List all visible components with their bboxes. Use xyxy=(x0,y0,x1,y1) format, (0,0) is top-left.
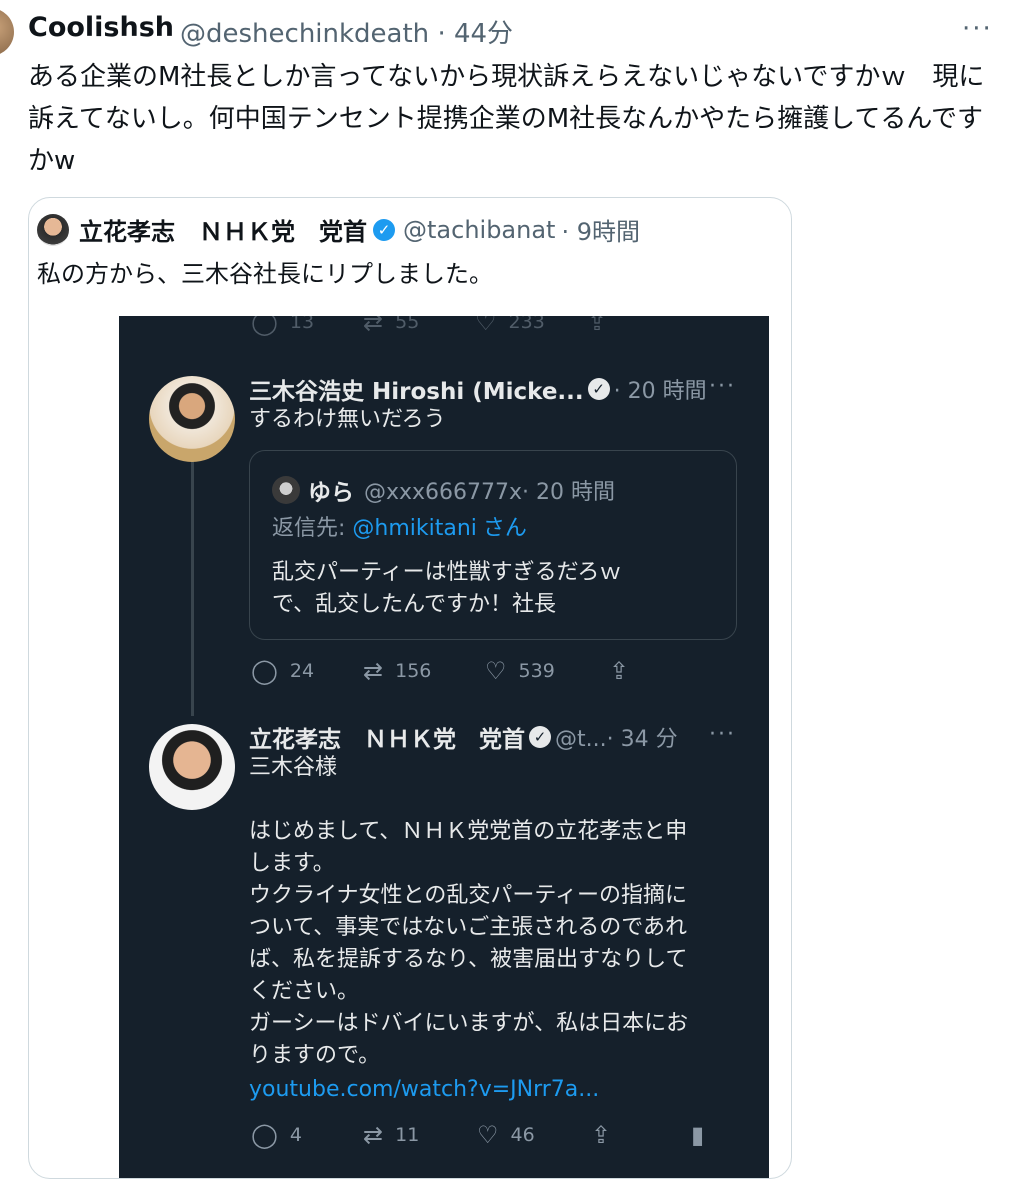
reply1-time: · 20 時間 xyxy=(613,379,707,404)
reply-action: ◯ 13 xyxy=(251,316,363,336)
quote-author-name: 立花孝志 ＮＨＫ党 党首 xyxy=(79,218,367,246)
reply2-line: します。 xyxy=(249,851,335,876)
like-action: ♡ 233 xyxy=(475,316,587,336)
retweet-count: 156 xyxy=(395,660,432,682)
reply-icon: ◯ xyxy=(251,657,278,685)
timestamp[interactable]: · 44分 xyxy=(437,19,513,49)
share-icon: ⇪ xyxy=(609,657,630,685)
reply2-header: 立花孝志 ＮＨＫ党 党首 ✓ @t...· 34 分 xyxy=(249,720,678,754)
embedded-screenshot: ◯ 13 ⇄ 55 ♡ 233 ⇪ 三木谷浩史 Hiroshi (Micke... ✓… xyxy=(119,316,769,1178)
analytics-action: ▮ xyxy=(691,1121,716,1149)
inner-quote-handle-time: @xxx666777x· 20 時間 xyxy=(364,480,616,505)
share-action: ⇪ xyxy=(587,316,699,336)
reply-to-handle: @hmikitani xyxy=(352,516,477,541)
inner-quote-name: ゆら xyxy=(308,480,354,506)
reply2-line: ウクライナ女性との乱交パーティーの指摘に xyxy=(249,883,688,908)
author-handle: @deshechinkdeath · 44分 xyxy=(180,13,513,50)
share-icon: ⇪ xyxy=(591,1121,612,1149)
youtube-link: youtube.com/watch?v=JNrr7a... xyxy=(249,1077,600,1102)
like-count: 46 xyxy=(510,1124,535,1146)
retweet-icon: ⇄ xyxy=(363,657,384,685)
heart-icon: ♡ xyxy=(475,316,497,336)
reply-to-line: 返信先: @hmikitani さん xyxy=(272,513,527,545)
like-count: 539 xyxy=(518,660,555,682)
quote-timestamp: · 9時間 xyxy=(561,218,640,246)
reply1-header: 三木谷浩史 Hiroshi (Micke... ✓ · 20 時間 xyxy=(249,372,707,406)
verified-badge-icon: ✓ xyxy=(373,218,395,241)
reply-count: 24 xyxy=(289,660,315,682)
author-name[interactable]: Coolishsh xyxy=(28,12,174,43)
like-action: ♡ 46 xyxy=(477,1121,591,1149)
quote-avatar xyxy=(37,213,69,246)
quote-header: 立花孝志 ＮＨＫ党 党首 ✓ @tachibanat · 9時間 xyxy=(37,212,640,247)
reply2-line: りますので。 xyxy=(249,1043,381,1068)
retweet-icon: ⇄ xyxy=(363,1121,384,1149)
heart-icon: ♡ xyxy=(477,1121,499,1149)
reply-count: 13 xyxy=(289,316,315,333)
like-action: ♡ 539 xyxy=(485,657,609,685)
reply-icon: ◯ xyxy=(251,316,278,336)
reply2-name: 立花孝志 ＮＨＫ党 党首 xyxy=(249,727,525,753)
reply1-avatar xyxy=(149,376,235,462)
avatar[interactable] xyxy=(0,8,14,56)
retweet-action: ⇄ 55 xyxy=(363,316,475,336)
quote-body: 私の方から、三木谷社長にリプしました。 xyxy=(37,260,493,288)
quote-handle: @tachibanat xyxy=(403,215,556,244)
verified-badge-icon: ✓ xyxy=(587,378,610,400)
reply2-greeting: 三木谷様 xyxy=(249,755,338,780)
reply2-line: ば、私を提訴するなり、被害届出すなりして xyxy=(249,947,688,972)
handle-text[interactable]: @deshechinkdeath xyxy=(180,19,429,49)
thread-connector xyxy=(191,456,194,716)
retweet-count: 55 xyxy=(395,316,420,333)
inner-quote-header: ゆら @xxx666777x· 20 時間 xyxy=(272,473,615,507)
reply1-name: 三木谷浩史 Hiroshi (Micke... xyxy=(249,379,584,405)
reply-to-suffix: さん xyxy=(482,516,527,541)
reply-icon: ◯ xyxy=(251,1121,278,1149)
more-options-icon: ··· xyxy=(709,722,736,747)
retweet-action: ⇄ 11 xyxy=(363,1121,477,1149)
share-icon: ⇪ xyxy=(587,316,608,336)
reply2-line: はじめまして、ＮＨＫ党党首の立花孝志と申 xyxy=(249,819,688,844)
reply-action: ◯ 24 xyxy=(251,657,363,685)
reply2-line: ください。 xyxy=(249,979,360,1004)
reply2-line: ついて、事実ではないご主張されるのであれ xyxy=(249,915,688,940)
retweet-action: ⇄ 156 xyxy=(363,657,485,685)
inner-quote-card: ゆら @xxx666777x· 20 時間 返信先: @hmikitani さん … xyxy=(249,450,737,640)
inner-quote-avatar xyxy=(272,476,300,504)
verified-badge-icon: ✓ xyxy=(529,726,551,748)
analytics-icon: ▮ xyxy=(691,1121,705,1149)
share-action: ⇪ xyxy=(591,1121,691,1149)
reply-action: ◯ 4 xyxy=(251,1121,363,1149)
reply2-handle-time: @t...· 34 分 xyxy=(555,727,678,752)
quote-tweet-card[interactable]: 立花孝志 ＮＨＫ党 党首 ✓ @tachibanat · 9時間 私の方から、三… xyxy=(28,197,792,1179)
more-options-icon[interactable]: ··· xyxy=(962,14,993,44)
reply2-action-row: ◯ 4 ⇄ 11 ♡ 46 ⇪ ▮ xyxy=(251,1120,751,1150)
reply1-action-row: ◯ 24 ⇄ 156 ♡ 539 ⇪ xyxy=(251,656,751,686)
more-options-icon: ··· xyxy=(709,374,736,399)
share-action: ⇪ xyxy=(609,657,641,685)
reply1-text: するわけ無いだろう xyxy=(249,407,446,432)
tweet-body: ある企業のM社長としか言ってないから現状訴えらえないじゃないですかｗ 現に訴えて… xyxy=(28,62,985,176)
retweet-icon: ⇄ xyxy=(363,316,384,336)
reply-count: 4 xyxy=(289,1124,302,1146)
heart-icon: ♡ xyxy=(485,657,507,685)
reply2-line: ガーシーはドバイにいますが、私は日本にお xyxy=(249,1011,689,1036)
like-count: 233 xyxy=(508,316,545,333)
inner-quote-line2: で、乱交したんですか！社長 xyxy=(272,592,557,617)
inner-quote-line1: 乱交パーティーは性獣すぎるだろｗ xyxy=(272,560,622,585)
reply2-avatar xyxy=(149,724,235,810)
reply-to-prefix: 返信先: xyxy=(272,516,353,541)
retweet-count: 11 xyxy=(395,1124,420,1146)
top-action-row: ◯ 13 ⇄ 55 ♡ 233 ⇪ xyxy=(251,316,751,336)
